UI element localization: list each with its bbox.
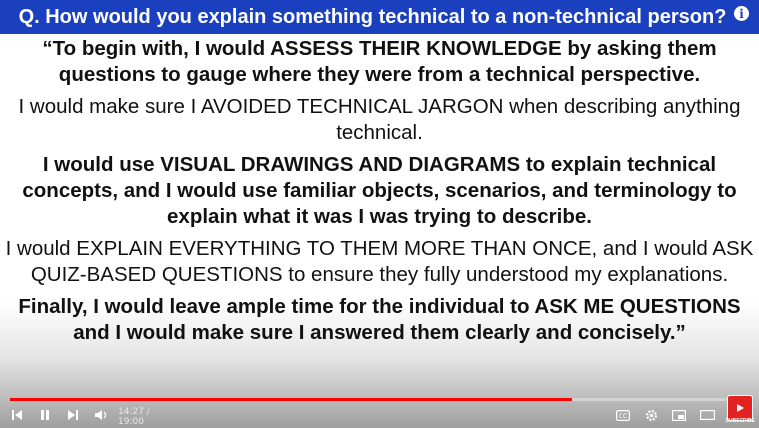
slide-title-bar: Q. How would you explain something techn… bbox=[0, 0, 759, 34]
volume-icon[interactable] bbox=[92, 406, 110, 424]
theater-mode-icon[interactable] bbox=[698, 406, 716, 424]
progress-played bbox=[10, 398, 573, 401]
slide-content: “To begin with, I would ASSESS THEIR KNO… bbox=[0, 36, 759, 352]
answer-paragraph-1: “To begin with, I would ASSESS THEIR KNO… bbox=[42, 37, 717, 86]
subscribe-icon bbox=[737, 404, 744, 412]
progress-bar[interactable] bbox=[10, 398, 749, 401]
answer-paragraph-4: I would EXPLAIN EVERYTHING TO THEM MORE … bbox=[5, 237, 754, 286]
info-icon[interactable]: i bbox=[734, 6, 749, 21]
skip-previous-icon[interactable] bbox=[8, 406, 26, 424]
answer-paragraph-2: I would make sure I AVOIDED TECHNICAL JA… bbox=[18, 95, 741, 144]
subscribe-label: SUBSCRIBE bbox=[725, 418, 755, 424]
answer-paragraph-3: I would use VISUAL DRAWINGS AND DIAGRAMS… bbox=[22, 153, 737, 228]
slide-title: Q. How would you explain something techn… bbox=[18, 5, 727, 28]
player-controls: 14:27 / 19:00 CC bbox=[0, 404, 759, 427]
miniplayer-icon[interactable] bbox=[670, 406, 688, 424]
closed-captions-icon[interactable]: CC bbox=[614, 406, 632, 424]
pause-icon[interactable] bbox=[36, 406, 54, 424]
answer-paragraph-5: Finally, I would leave ample time for th… bbox=[18, 295, 741, 344]
skip-next-icon[interactable] bbox=[64, 406, 82, 424]
time-display: 14:27 / 19:00 bbox=[118, 407, 150, 427]
svg-text:CC: CC bbox=[619, 413, 627, 420]
settings-icon[interactable] bbox=[642, 406, 660, 424]
